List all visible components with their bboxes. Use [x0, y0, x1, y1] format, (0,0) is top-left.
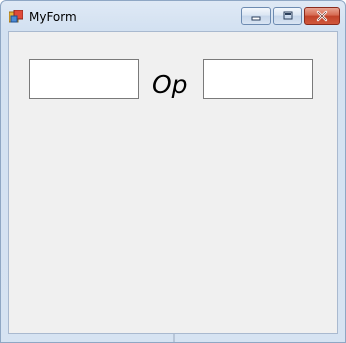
maximize-button[interactable] — [273, 7, 302, 25]
right-operand-input[interactable] — [203, 59, 313, 99]
operator-label: Op — [152, 70, 188, 99]
close-button[interactable] — [304, 7, 340, 25]
close-icon — [316, 10, 328, 22]
left-operand-input[interactable] — [29, 59, 139, 99]
form-client-area: Op — [8, 31, 338, 334]
minimize-button[interactable] — [241, 7, 271, 25]
app-window: MyForm Op — [0, 0, 346, 343]
minimize-icon — [251, 16, 261, 21]
window-title: MyForm — [29, 10, 77, 24]
resize-grip-icon[interactable] — [171, 334, 177, 342]
title-bar[interactable]: MyForm — [1, 1, 345, 31]
maximize-icon — [283, 11, 292, 20]
winform-app-icon — [9, 10, 23, 23]
